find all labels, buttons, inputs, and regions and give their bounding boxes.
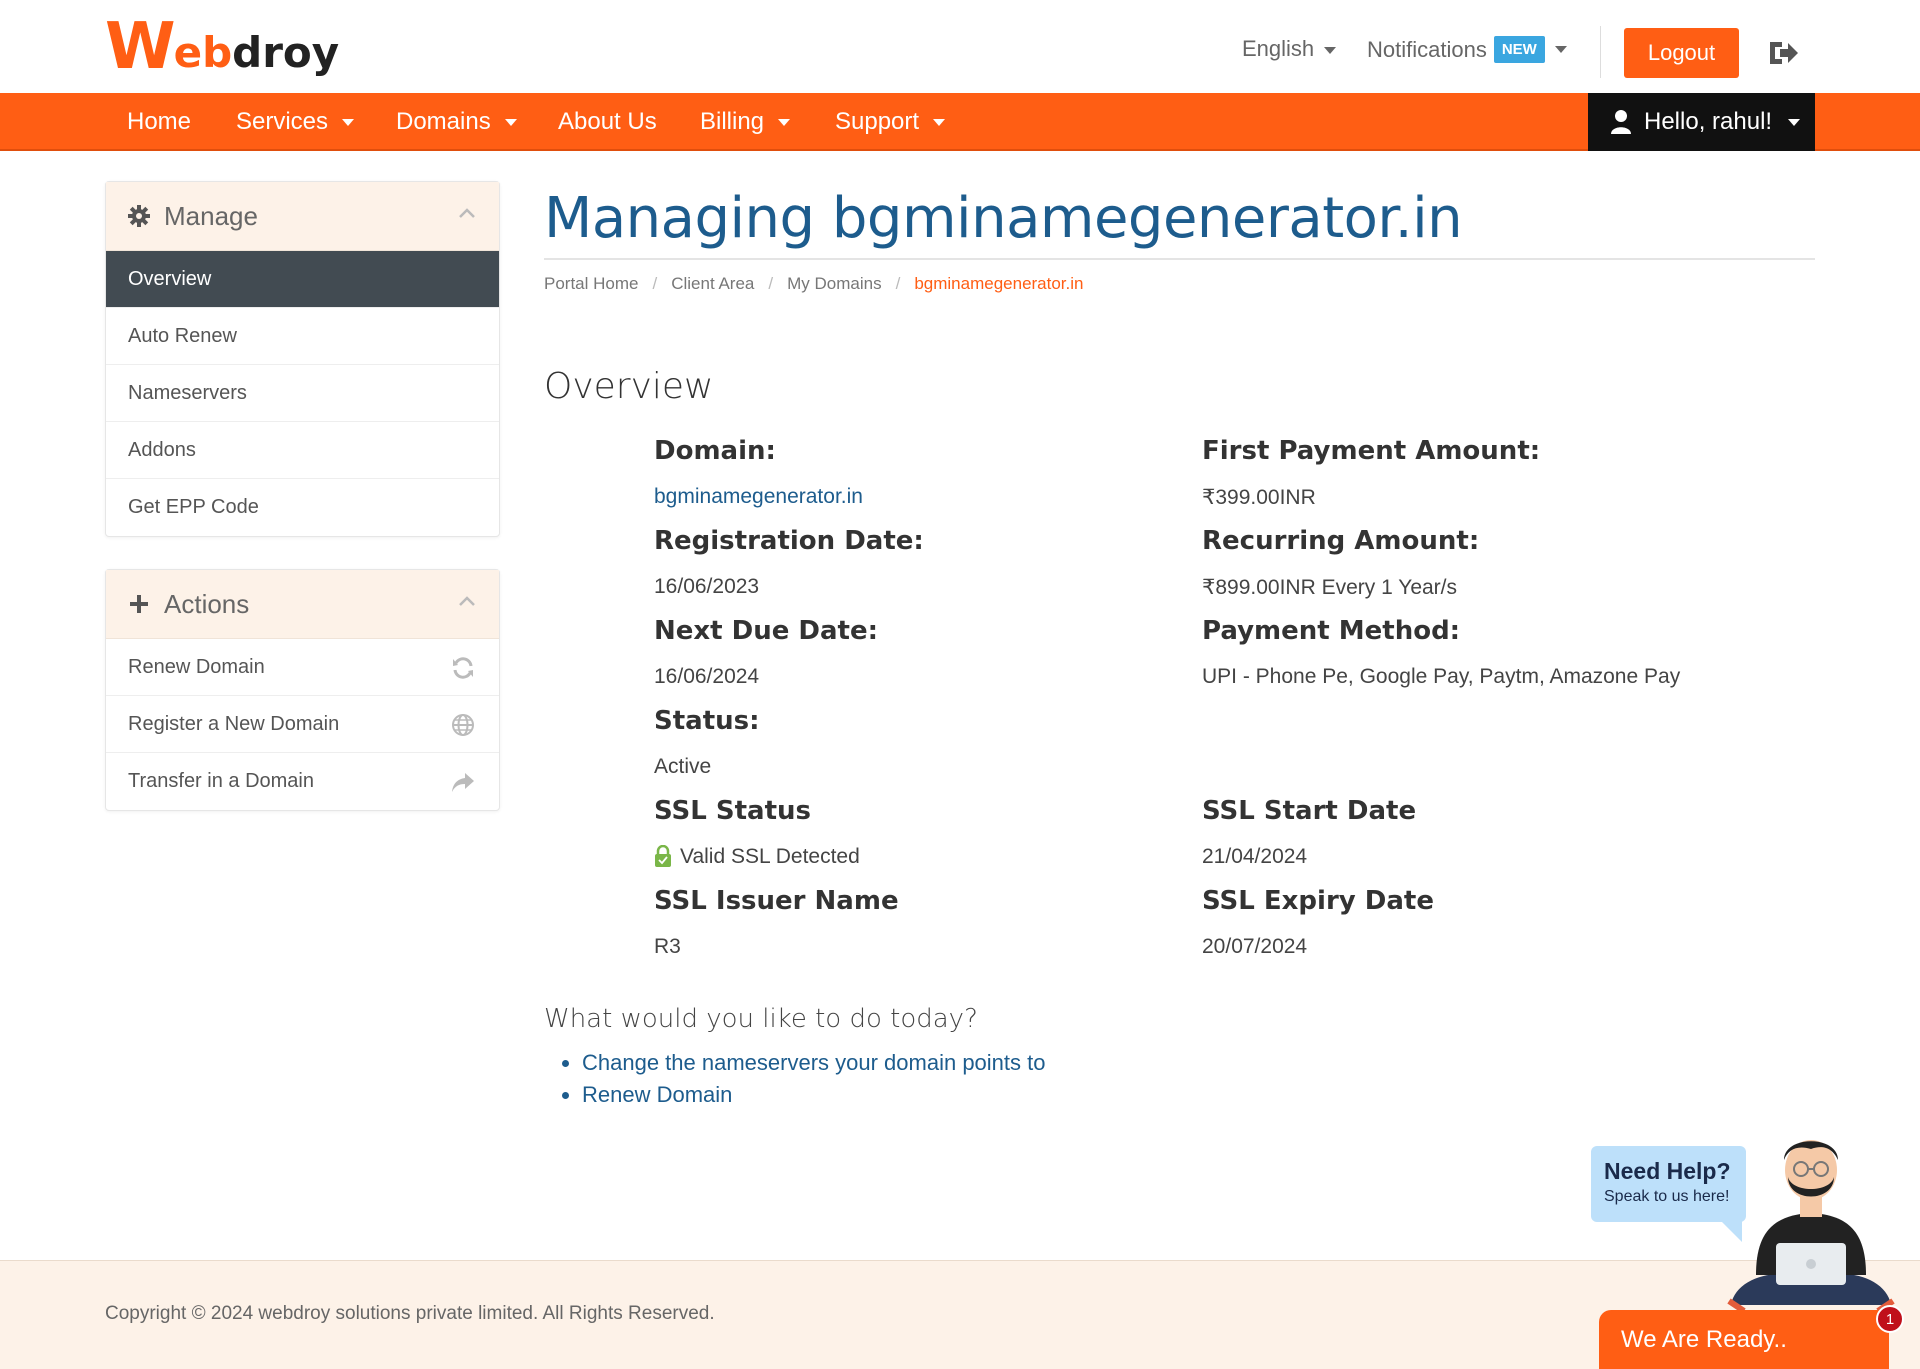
sidebar-item-register-new-domain[interactable]: Register a New Domain	[106, 696, 499, 753]
ssl-status-value: Valid SSL Detected	[654, 845, 860, 869]
language-label: English	[1242, 36, 1315, 61]
logo-w: W	[105, 10, 176, 84]
breadcrumb-separator: /	[768, 274, 774, 293]
chevron-down-icon	[1788, 118, 1801, 126]
sidebar-item-get-epp-code[interactable]: Get EPP Code	[106, 479, 499, 536]
chevron-up-icon[interactable]	[459, 596, 475, 606]
manage-panel-header[interactable]: Manage	[106, 182, 499, 251]
notifications-label: Notifications	[1367, 36, 1487, 62]
first-payment-value: ₹399.00INR	[1202, 486, 1316, 509]
change-nameservers-link[interactable]: Change the nameservers your domain point…	[582, 1050, 1045, 1075]
actions-panel: Actions Renew Domain Register a New Doma…	[105, 569, 500, 811]
user-account-menu[interactable]: Hello, rahul!	[1588, 93, 1815, 151]
manage-panel: Manage Overview Auto Renew Nameservers A…	[105, 181, 500, 537]
nav-home[interactable]: Home	[127, 93, 191, 149]
first-payment-label: First Payment Amount:	[1202, 436, 1541, 466]
sidebar-item-overview[interactable]: Overview	[106, 251, 499, 308]
chevron-down-icon	[504, 119, 517, 127]
recurring-amount-label: Recurring Amount:	[1202, 526, 1480, 556]
page-title: Managing bgminamegenerator.in	[544, 186, 1463, 251]
nav-support[interactable]: Support	[835, 93, 946, 149]
logout-button[interactable]: Logout	[1624, 28, 1739, 78]
lock-icon	[655, 845, 671, 867]
recurring-amount-value: ₹899.00INR Every 1 Year/s	[1202, 576, 1458, 599]
renew-domain-link[interactable]: Renew Domain	[582, 1082, 732, 1107]
ssl-issuer-label: SSL Issuer Name	[654, 886, 899, 916]
breadcrumb-portal-home[interactable]: Portal Home	[544, 274, 638, 294]
ssl-expiry-date-value: 20/07/2024	[1202, 935, 1308, 958]
sidebar-item-nameservers[interactable]: Nameservers	[106, 365, 499, 422]
manage-panel-title: Manage	[164, 200, 258, 231]
ssl-start-date-value: 21/04/2024	[1202, 845, 1308, 868]
sign-out-icon[interactable]	[1766, 38, 1800, 68]
list-item: Renew Domain	[582, 1082, 1045, 1108]
sidebar-item-renew-domain[interactable]: Renew Domain	[106, 639, 499, 696]
help-bubble[interactable]: Need Help? Speak to us here!	[1591, 1146, 1746, 1222]
top-header: W ebdroy English Notifications NEW Logou…	[0, 0, 1920, 93]
footer-copyright: Copyright © 2024 webdroy solutions priva…	[105, 1303, 715, 1324]
language-selector[interactable]: English	[1242, 36, 1337, 62]
logo-text: ebdroy	[173, 28, 340, 77]
sidebar-item-transfer-domain[interactable]: Transfer in a Domain	[106, 753, 499, 810]
ssl-status-label: SSL Status	[654, 796, 812, 826]
globe-icon	[452, 714, 474, 736]
chat-launcher-label: We Are Ready..	[1621, 1326, 1787, 1353]
chat-unread-badge: 1	[1876, 1305, 1904, 1333]
header-divider	[1600, 26, 1601, 78]
status-label: Status:	[654, 706, 760, 736]
actions-panel-title: Actions	[164, 588, 250, 619]
next-due-date-label: Next Due Date:	[654, 616, 879, 646]
registration-date-value: 16/06/2023	[654, 575, 760, 598]
breadcrumb-my-domains[interactable]: My Domains	[787, 274, 881, 294]
support-agent-illustration[interactable]	[1726, 1115, 1896, 1315]
breadcrumb-separator: /	[895, 274, 901, 293]
actions-panel-header[interactable]: Actions	[106, 570, 499, 639]
plus-icon	[130, 595, 148, 613]
webdroy-logo[interactable]: W ebdroy	[105, 10, 340, 84]
registration-date-label: Registration Date:	[654, 526, 924, 556]
todo-list: Change the nameservers your domain point…	[582, 1050, 1045, 1114]
status-value: Active	[654, 755, 712, 778]
nav-about-us[interactable]: About Us	[558, 93, 657, 149]
ssl-start-date-label: SSL Start Date	[1202, 796, 1417, 826]
chevron-up-icon[interactable]	[459, 208, 475, 218]
nav-billing[interactable]: Billing	[700, 93, 791, 149]
user-icon	[1611, 110, 1631, 134]
chevron-down-icon	[1324, 46, 1337, 54]
refresh-icon	[453, 657, 473, 679]
breadcrumb-separator: /	[652, 274, 658, 293]
sidebar-item-addons[interactable]: Addons	[106, 422, 499, 479]
ssl-expiry-date-label: SSL Expiry Date	[1202, 886, 1434, 916]
chevron-down-icon	[1554, 46, 1567, 53]
domain-value-link[interactable]: bgminamegenerator.in	[654, 485, 863, 509]
help-title: Need Help?	[1604, 1158, 1731, 1184]
domain-label: Domain:	[654, 436, 776, 466]
gear-icon	[128, 205, 150, 227]
title-divider	[544, 258, 1815, 260]
nav-services[interactable]: Services	[236, 93, 355, 149]
next-due-date-value: 16/06/2024	[654, 665, 760, 688]
breadcrumb-client-area[interactable]: Client Area	[671, 274, 754, 294]
breadcrumb: Portal Home / Client Area / My Domains /…	[544, 274, 1084, 294]
payment-method-value: UPI - Phone Pe, Google Pay, Paytm, Amazo…	[1202, 665, 1681, 688]
chevron-down-icon	[778, 119, 791, 127]
notifications-menu[interactable]: Notifications NEW	[1367, 36, 1567, 63]
overview-section-title: Overview	[544, 366, 714, 407]
chat-launcher-button[interactable]: We Are Ready..	[1599, 1310, 1889, 1369]
payment-method-label: Payment Method:	[1202, 616, 1461, 646]
chevron-down-icon	[933, 119, 946, 127]
sidebar-item-auto-renew[interactable]: Auto Renew	[106, 308, 499, 365]
notifications-new-badge: NEW	[1493, 36, 1545, 63]
chevron-down-icon	[342, 119, 355, 127]
nav-domains[interactable]: Domains	[396, 93, 517, 149]
ssl-status-text: Valid SSL Detected	[680, 845, 860, 868]
ssl-issuer-value: R3	[654, 935, 681, 958]
share-icon	[452, 773, 474, 792]
breadcrumb-current: bgminamegenerator.in	[914, 274, 1084, 293]
help-subtitle: Speak to us here!	[1604, 1188, 1730, 1205]
user-greeting: Hello, rahul!	[1644, 108, 1773, 135]
list-item: Change the nameservers your domain point…	[582, 1050, 1045, 1076]
todo-title: What would you like to do today?	[544, 1004, 978, 1034]
